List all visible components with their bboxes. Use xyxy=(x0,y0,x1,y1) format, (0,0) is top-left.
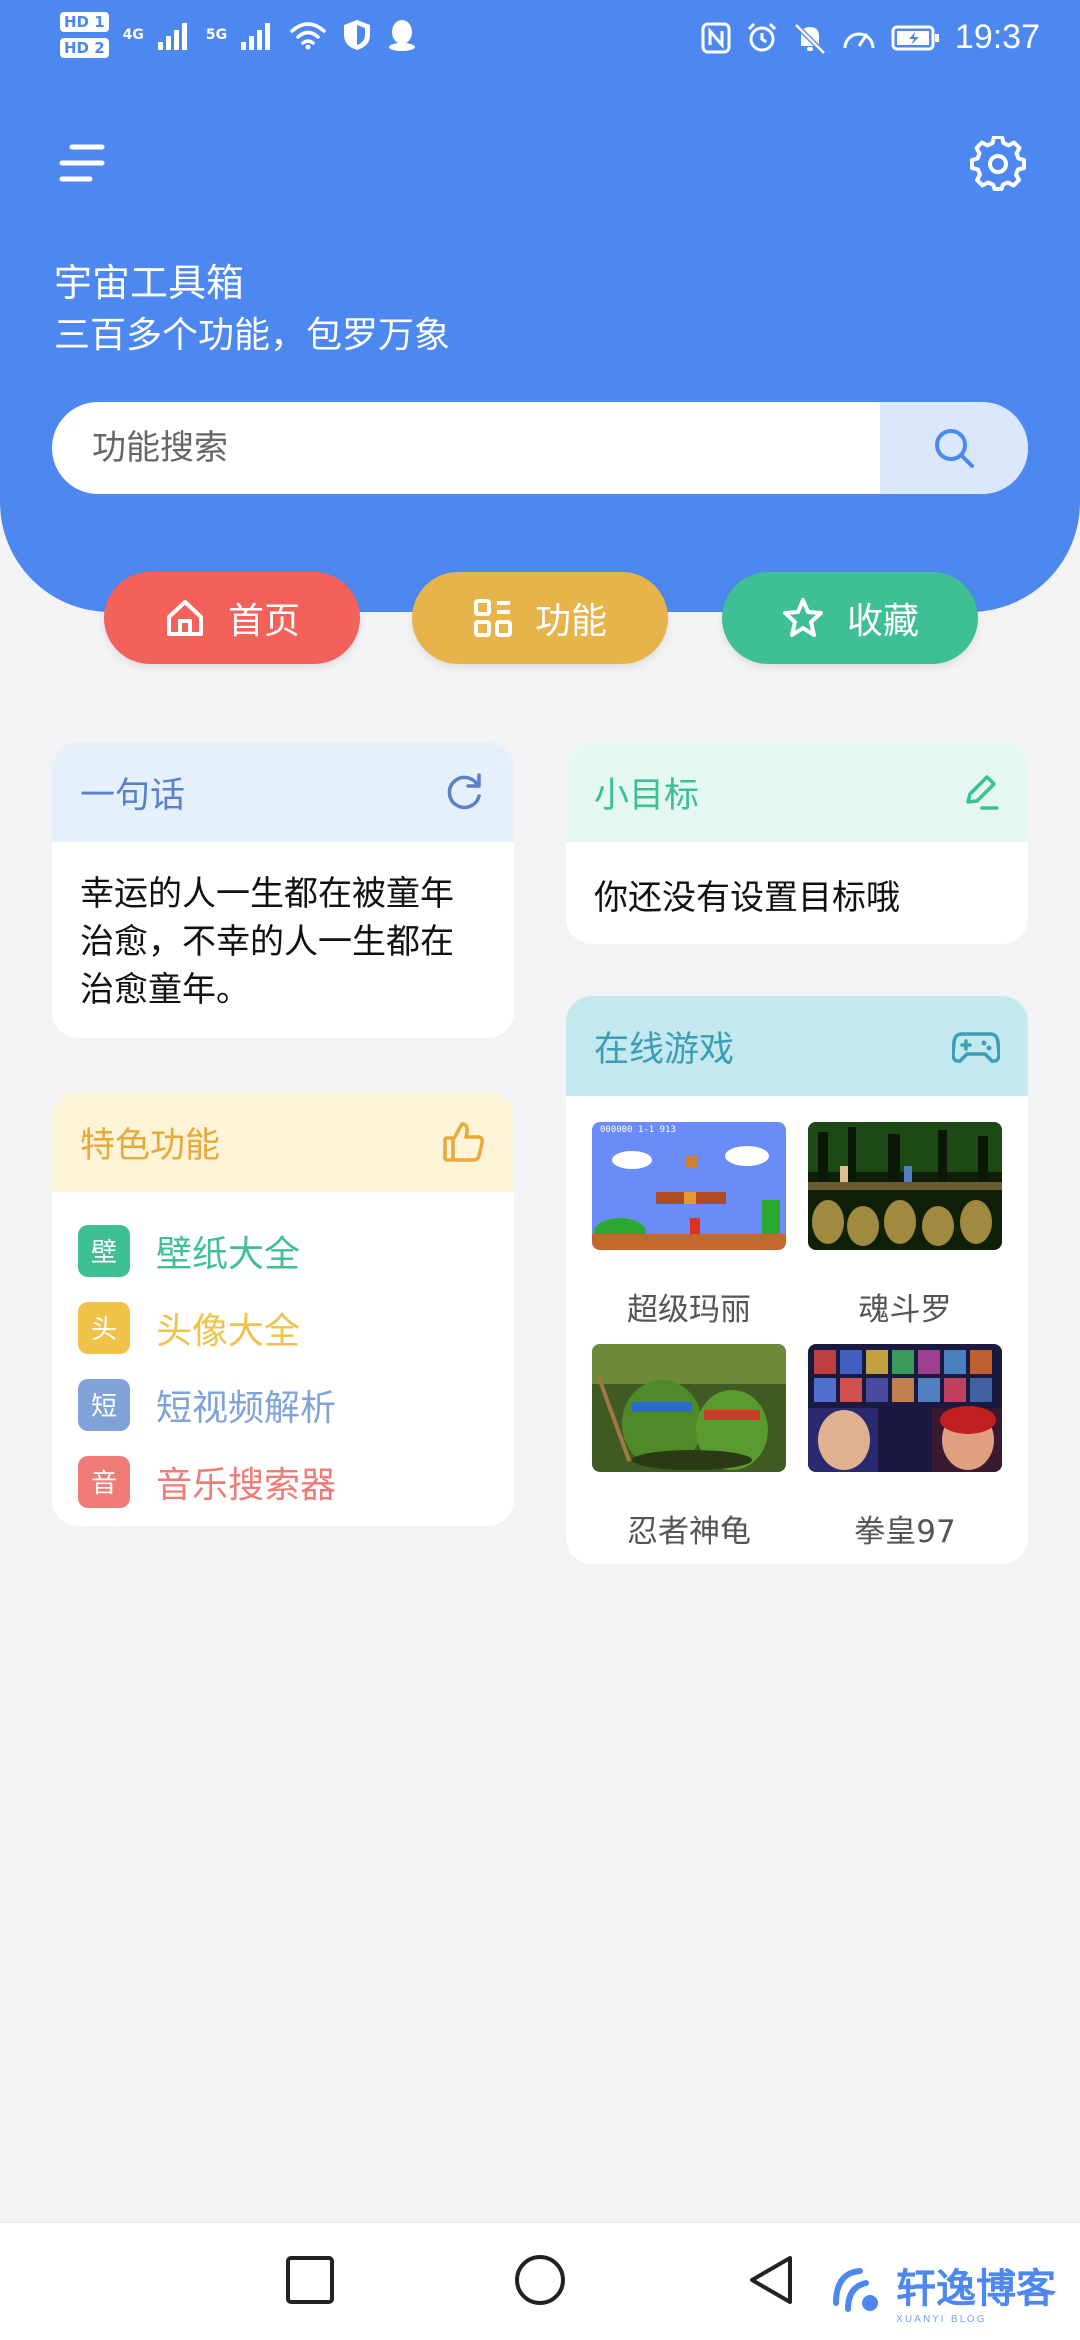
super-mario-thumbnail: 000000 1-1 913 xyxy=(592,1122,786,1250)
feature-item-video-parser[interactable]: 短 短视频解析 xyxy=(78,1366,488,1443)
goal-text: 你还没有设置目标哦 xyxy=(594,878,900,918)
edit-icon[interactable] xyxy=(960,772,1000,812)
signal-icon xyxy=(157,23,187,50)
super-mario-label: 超级玛丽 xyxy=(627,1292,751,1328)
back-triangle-icon[interactable] xyxy=(744,2252,800,2308)
functions-button[interactable]: 功能 xyxy=(412,572,668,664)
watermark-title: 轩逸博客 xyxy=(896,2266,1056,2312)
shield-icon xyxy=(344,20,371,50)
video-parser-badge: 短 xyxy=(78,1378,130,1431)
status-bar: HD 1 HD 2 4G 5G 19:37 xyxy=(0,0,1080,80)
games-card: 在线游戏 000000 1-1 913 超级玛丽 魂斗罗 忍者神龟 拳皇97 xyxy=(566,996,1028,1564)
quote-card-title: 一句话 xyxy=(80,775,186,816)
ninja-turtles-thumbnail xyxy=(592,1344,786,1472)
watermark: 轩逸博客 XUANYI BLOG xyxy=(830,2256,1056,2325)
favorites-label: 收藏 xyxy=(846,601,919,642)
star-icon xyxy=(782,598,823,637)
hd1-badge: HD 1 xyxy=(60,12,109,32)
video-parser-label: 短视频解析 xyxy=(156,1387,337,1429)
avatars-label: 头像大全 xyxy=(156,1310,301,1352)
music-search-label: 音乐搜索器 xyxy=(156,1464,337,1506)
contra-thumbnail xyxy=(808,1122,1002,1250)
menu-icon[interactable] xyxy=(58,138,108,188)
game-kof97[interactable]: 拳皇97 xyxy=(808,1344,1002,1551)
mario-hud: 000000 1-1 913 xyxy=(600,1125,676,1135)
home-icon xyxy=(166,600,203,636)
search-input[interactable] xyxy=(92,402,912,494)
signal-icon xyxy=(241,23,271,50)
app-title: 宇宙工具箱 xyxy=(54,261,245,305)
refresh-icon[interactable] xyxy=(442,770,486,814)
thumbs-up-icon xyxy=(443,1122,484,1162)
kof97-thumbnail xyxy=(808,1344,1002,1472)
speedometer-icon xyxy=(843,32,875,48)
blog-logo-icon xyxy=(833,2267,878,2312)
game-ninja-turtles[interactable]: 忍者神龟 xyxy=(592,1344,786,1551)
nfc-icon xyxy=(701,22,731,53)
quote-text: 幸运的人一生都在被童年治愈，不幸的人一生都在治愈童年。 xyxy=(80,874,454,1010)
home-button[interactable]: 首页 xyxy=(104,572,360,664)
status-time: 19:37 xyxy=(954,18,1040,56)
avatars-badge: 头 xyxy=(78,1301,130,1354)
game-contra[interactable]: 魂斗罗 xyxy=(808,1122,1002,1329)
wallpapers-label: 壁纸大全 xyxy=(156,1233,301,1275)
hd2-badge: HD 2 xyxy=(60,38,109,58)
home-label: 首页 xyxy=(227,601,300,642)
network-4g-label: 4G xyxy=(122,27,144,43)
gamepad-icon xyxy=(952,1032,1000,1063)
functions-label: 功能 xyxy=(534,601,607,642)
feature-item-avatars[interactable]: 头 头像大全 xyxy=(78,1289,488,1366)
feature-card-title: 特色功能 xyxy=(80,1125,221,1166)
games-card-title: 在线游戏 xyxy=(594,1029,735,1070)
grid-icon xyxy=(473,599,512,637)
kof97-label: 拳皇97 xyxy=(854,1514,956,1550)
network-5g-label: 5G xyxy=(205,27,228,43)
ninja-turtles-label: 忍者神龟 xyxy=(627,1514,751,1550)
alarm-icon xyxy=(747,22,776,51)
wifi-icon xyxy=(290,22,326,50)
quote-card: 一句话 幸运的人一生都在被童年治愈，不幸的人一生都在治愈童年。 xyxy=(52,742,514,1038)
home-circle-icon[interactable] xyxy=(512,2252,568,2308)
contra-label: 魂斗罗 xyxy=(858,1292,952,1328)
recents-square-icon[interactable] xyxy=(282,2252,338,2308)
wallpapers-badge: 壁 xyxy=(78,1224,130,1277)
search-bar xyxy=(52,402,1028,494)
favorites-button[interactable]: 收藏 xyxy=(722,572,978,664)
search-button[interactable] xyxy=(880,402,1028,494)
gear-icon[interactable] xyxy=(970,136,1026,192)
feature-card: 特色功能 壁 壁纸大全 头 头像大全 短 短视频解析 音 音乐搜索器 xyxy=(52,1092,514,1526)
music-search-badge: 音 xyxy=(78,1455,130,1508)
game-super-mario[interactable]: 000000 1-1 913 超级玛丽 xyxy=(592,1122,786,1329)
watermark-subtitle: XUANYI BLOG xyxy=(896,2314,987,2325)
battery-icon xyxy=(891,25,939,50)
feature-item-music-search[interactable]: 音 音乐搜索器 xyxy=(78,1443,488,1520)
goal-card: 小目标 你还没有设置目标哦 xyxy=(566,742,1028,944)
feature-item-wallpapers[interactable]: 壁 壁纸大全 xyxy=(78,1212,488,1289)
search-icon xyxy=(935,429,974,468)
goal-card-title: 小目标 xyxy=(594,775,700,816)
qq-icon xyxy=(389,20,416,51)
mute-bell-icon xyxy=(794,22,826,55)
app-subtitle: 三百多个功能，包罗万象 xyxy=(54,315,451,356)
